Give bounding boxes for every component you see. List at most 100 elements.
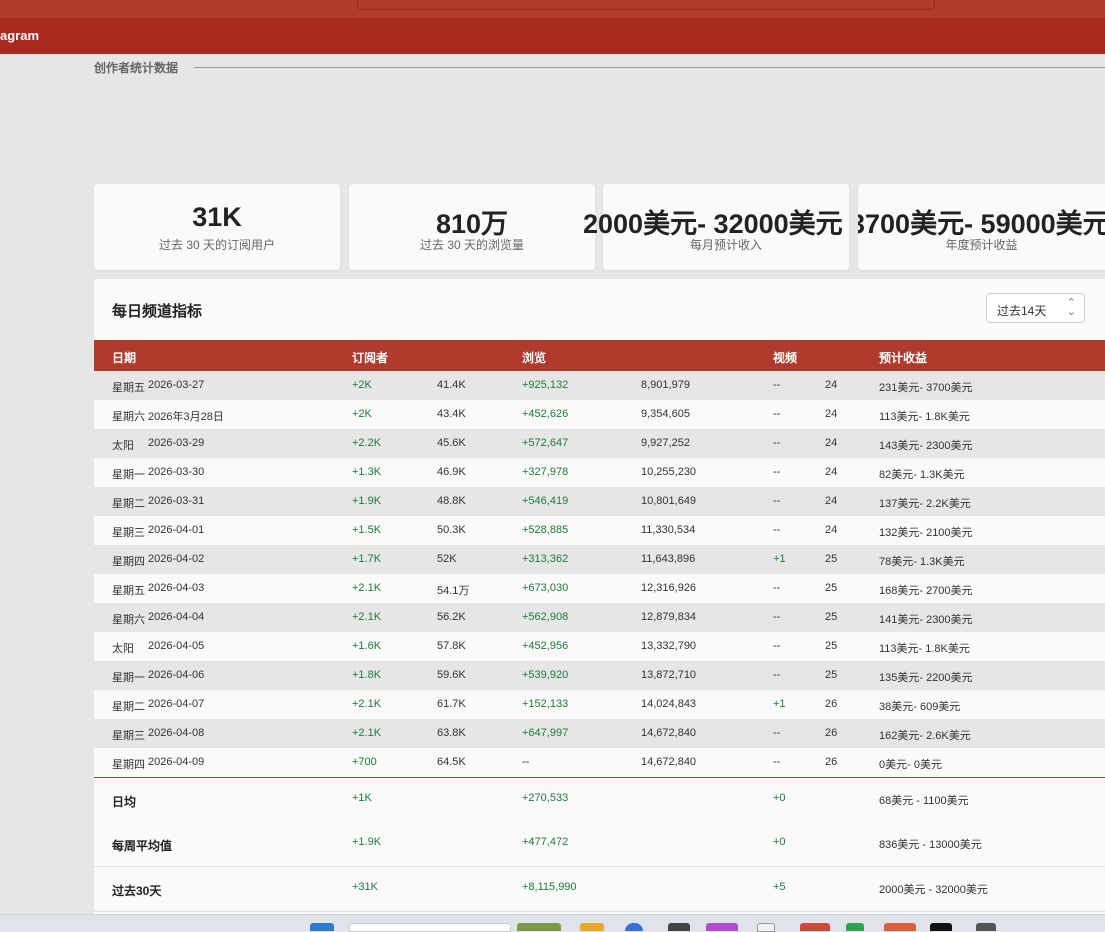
table-row: 星期四 2026-04-09 +700 64.5K -- 14,672,840 -- 26 0美… [94,748,1105,777]
cell-videos-delta: -- [773,756,781,768]
table-row: 太阳 2026-03-29 +2.2K 45.6K +572,647 9,927,252 -… [94,429,1105,458]
cell-subs-total: 43.4K [437,408,466,420]
cell-subs-delta: +1.7K [352,553,382,565]
cell-views-delta: -- [522,756,530,768]
cell-views-total: 9,927,252 [641,437,690,449]
cell-videos-total: 26 [825,756,838,768]
stat-label: 每月预计收入 [689,238,762,252]
summary-subs: +31K [352,881,378,893]
table-row: 星期五 2026-04-03 +2.1K 54.1万 +673,030 12,316,92… [94,574,1105,603]
summary-separator [94,911,1105,912]
cell-views-delta: +673,030 [522,582,569,594]
cell-videos-delta: -- [773,669,781,681]
cell-subs-total: 41.4K [437,379,466,391]
summary-views: +270,533 [522,792,569,804]
summary-label: 日均 [112,795,137,809]
cell-views-delta: +452,956 [522,640,569,652]
cell-earnings: 78美元- 1.3K美元 [879,556,965,568]
cell-videos-delta: -- [773,727,781,739]
cell-subs-delta: +2.1K [352,611,382,623]
table-row: 星期五 2026-03-27 +2K 41.4K +925,132 8,901,979 --… [94,371,1105,400]
cell-date: 2026-04-03 [148,582,205,594]
cell-views-total: 10,801,649 [641,495,697,507]
os-taskbar [0,914,1105,932]
header-subscribers: 订阅者 [352,351,389,365]
cell-videos-total: 24 [825,466,838,478]
cell-subs-delta: +2.1K [352,582,382,594]
header-videos: 视频 [773,351,798,365]
cell-videos-delta: -- [773,611,781,623]
cell-day: 星期六 [112,411,145,423]
table-row: 星期二 2026-04-07 +2.1K 61.7K +152,133 14,024,84… [94,690,1105,719]
header-date: 日期 [112,351,137,365]
cell-earnings: 141美元- 2300美元 [879,614,973,626]
table-row: 星期三 2026-04-01 +1.5K 50.3K +528,885 11,330,53… [94,516,1105,545]
cell-day: 星期二 [112,498,145,510]
cell-day: 星期二 [112,701,145,713]
cell-views-delta: +562,908 [522,611,569,623]
cell-day: 星期四 [112,556,145,568]
summary-earnings: 2000美元 - 32000美元 [879,884,988,896]
cell-videos-total: 26 [825,698,838,710]
cell-views-total: 8,901,979 [641,379,690,391]
cell-views-delta: +539,920 [522,669,569,681]
cell-views-total: 12,316,926 [641,582,697,594]
cell-subs-delta: +2.1K [352,698,382,710]
cell-earnings: 135美元- 2200美元 [879,672,973,684]
site-search-box[interactable] [357,0,935,10]
site-brand[interactable]: agram [0,28,39,43]
cell-subs-total: 61.7K [437,698,466,710]
cell-subs-delta: +1.5K [352,524,382,536]
cell-date: 2026-04-07 [148,698,205,710]
header-earnings: 预计收益 [879,351,928,365]
chevron-updown-icon: ⌃ ⌄ [1066,297,1076,318]
summary-label: 每周平均值 [112,839,173,853]
cell-date: 2026-04-08 [148,727,205,739]
section-title: 创作者统计数据 [94,61,179,75]
summary-subs: +1.9K [352,836,382,848]
cell-date: 2026-04-06 [148,669,205,681]
cell-day: 星期六 [112,614,145,626]
cell-views-delta: +152,133 [522,698,569,710]
cell-subs-total: 59.6K [437,669,466,681]
cell-views-total: 10,255,230 [641,466,697,478]
cell-views-total: 14,024,843 [641,698,697,710]
cell-day: 星期三 [112,527,145,539]
site-navbar: agram [0,18,1105,54]
cell-subs-total: 50.3K [437,524,466,536]
cell-videos-total: 25 [825,582,838,594]
cell-views-total: 13,332,790 [641,640,697,652]
table-header: 日期 订阅者 浏览 视频 预计收益 [94,340,1105,371]
cell-videos-delta: -- [773,466,781,478]
cell-videos-total: 25 [825,669,838,681]
cell-subs-total: 45.6K [437,437,466,449]
header-views: 浏览 [522,351,547,365]
cell-earnings: 162美元- 2.6K美元 [879,730,971,742]
cell-date: 2026年3月28日 [148,411,224,423]
table-row: 星期六 2026-04-04 +2.1K 56.2K +562,908 12,879,83… [94,603,1105,632]
cell-date: 2026-04-04 [148,611,205,623]
summary-earnings: 836美元 - 13000美元 [879,839,982,851]
cell-subs-delta: +2K [352,379,372,391]
cell-views-delta: +452,626 [522,408,569,420]
stat-value: 31K [192,202,242,232]
cell-earnings: 113美元- 1.8K美元 [879,411,970,423]
cell-views-total: 11,643,896 [641,553,696,565]
cell-earnings: 137美元- 2.2K美元 [879,498,971,510]
taskbar-search-box[interactable] [349,923,511,932]
cell-subs-total: 56.2K [437,611,466,623]
cell-day: 太阳 [112,643,134,655]
cell-date: 2026-04-02 [148,553,205,565]
cell-views-total: 14,672,840 [641,756,697,768]
stat-card-monthly-earnings: 2000美元- 32000美元 每月预计收入 [583,184,849,270]
cell-day: 星期四 [112,759,145,771]
cell-views-total: 11,330,534 [641,524,696,536]
cell-videos-delta: -- [773,379,781,391]
cell-videos-total: 24 [825,379,838,391]
date-range-select[interactable]: 过去14天 ⌃ ⌄ [986,293,1085,323]
cell-videos-total: 24 [825,495,838,507]
table-body: 星期五 2026-03-27 +2K 41.4K +925,132 8,901,979 --… [94,371,1105,777]
summary-row-last-30-days: 过去30天 +31K +8,115,990 +5 2000美元 - 32000美… [94,867,1105,911]
document-icon[interactable] [757,923,775,932]
cell-subs-total: 64.5K [437,756,466,768]
